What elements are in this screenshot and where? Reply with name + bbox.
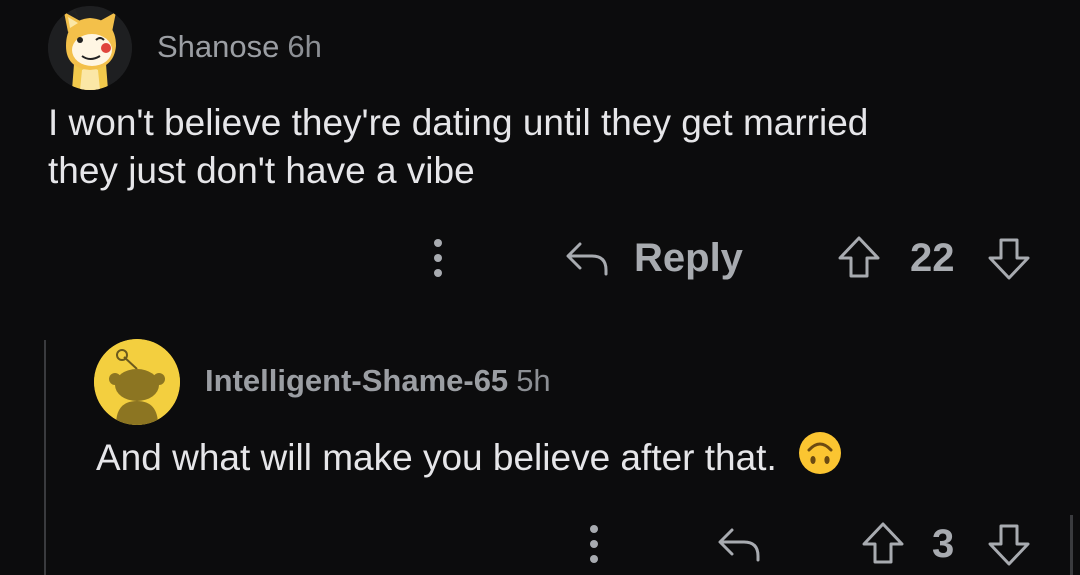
avatar[interactable]	[94, 339, 180, 425]
comment-body-line: they just don't have a vibe	[48, 150, 475, 191]
comment-body: And what will make you believe after tha…	[96, 430, 843, 482]
reply-arrow-icon[interactable]	[716, 524, 762, 564]
shiba-snoo-avatar-icon	[48, 6, 132, 90]
scrollbar[interactable]	[1070, 515, 1073, 575]
avatar[interactable]	[48, 6, 132, 90]
upside-down-face-emoji-icon	[799, 432, 842, 474]
vote-count: 22	[910, 236, 955, 280]
comment-actions: 3	[0, 514, 1080, 574]
more-options-icon[interactable]	[584, 522, 604, 566]
vote-count: 3	[932, 522, 955, 566]
comment-actions: Reply 22	[0, 228, 1080, 288]
default-snoo-avatar-icon	[94, 339, 180, 425]
comment-meta: Intelligent-Shame-65 5h	[205, 362, 551, 400]
reply-button[interactable]: Reply	[634, 234, 743, 282]
downvote-arrow-icon[interactable]	[986, 236, 1032, 282]
downvote-arrow-icon[interactable]	[986, 522, 1032, 568]
author-name[interactable]: Shanose	[157, 29, 279, 64]
comment-meta: Shanose 6h	[157, 28, 322, 66]
comment-body-text: And what will make you believe after tha…	[96, 437, 777, 478]
comment-body-line: I won't believe they're dating until the…	[48, 102, 869, 143]
upvote-arrow-icon[interactable]	[836, 234, 882, 280]
comment-body: I won't believe they're dating until the…	[48, 99, 868, 195]
comment-time: 5h	[516, 363, 551, 398]
comment-time: 6h	[287, 29, 322, 64]
more-options-icon[interactable]	[428, 236, 448, 280]
reply-arrow-icon[interactable]	[564, 238, 610, 278]
author-name[interactable]: Intelligent-Shame-65	[205, 363, 508, 398]
upvote-arrow-icon[interactable]	[860, 520, 906, 566]
